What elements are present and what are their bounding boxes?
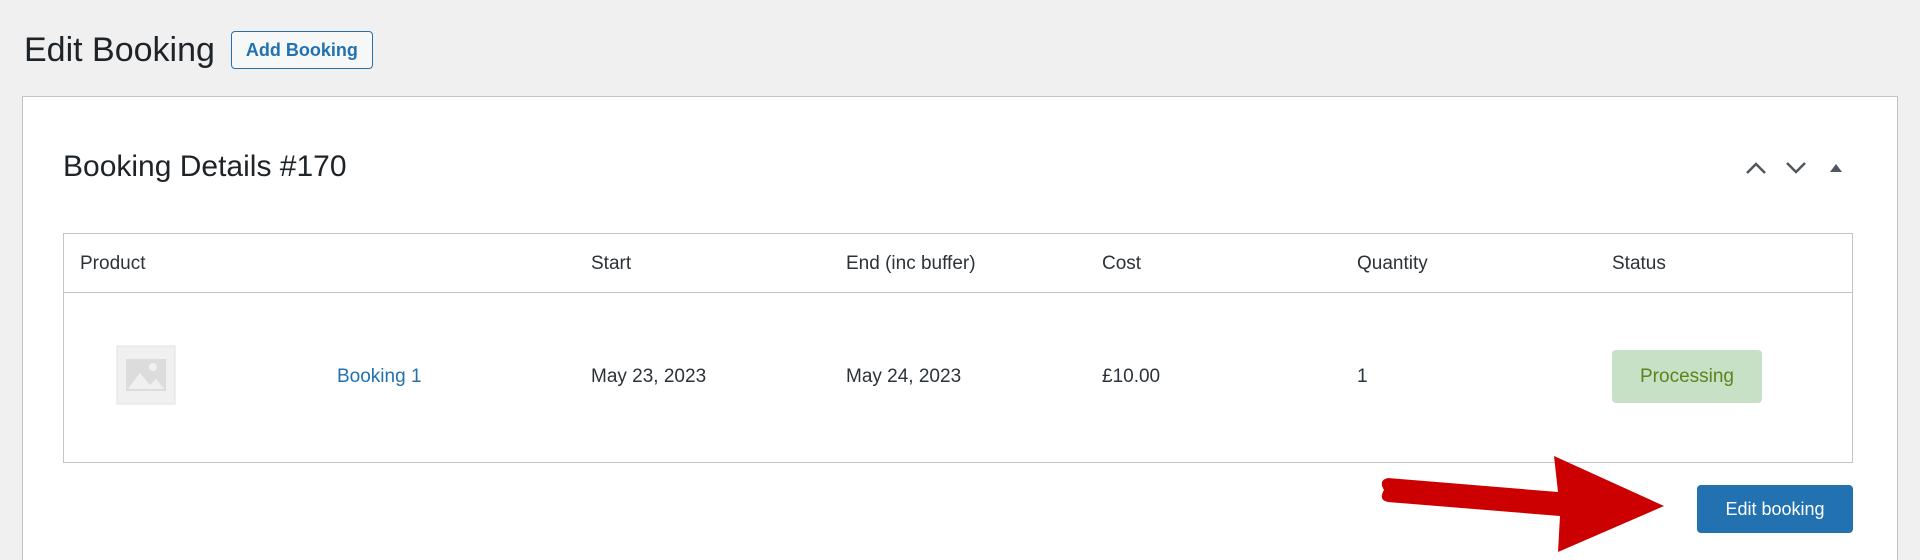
column-header-start: Start <box>591 253 632 274</box>
start-date: May 23, 2023 <box>591 366 707 387</box>
cost-value: £10.00 <box>1102 366 1161 387</box>
annotation-arrow-icon <box>1381 456 1664 552</box>
panel-title: Booking Details #170 <box>63 150 347 183</box>
column-header-end: End (inc buffer) <box>846 253 976 274</box>
quantity-value: 1 <box>1357 366 1368 387</box>
page: Edit Booking Add Booking Booking Details… <box>0 0 1920 560</box>
booking-table: Product Start End (inc buffer) Cost Quan… <box>63 233 1853 463</box>
column-header-status: Status <box>1612 253 1666 274</box>
column-header-quantity: Quantity <box>1357 253 1428 274</box>
panel-controls <box>1733 151 1853 185</box>
table-row: Booking 1 May 23, 2023 May 24, 2023 £10.… <box>64 293 1852 463</box>
column-header-product: Product <box>80 253 146 274</box>
chevron-up-icon[interactable] <box>1739 151 1773 185</box>
column-header-cost: Cost <box>1102 253 1142 274</box>
table-header-row: Product Start End (inc buffer) Cost Quan… <box>64 234 1852 293</box>
chevron-down-icon[interactable] <box>1779 151 1813 185</box>
toggle-arrow-icon[interactable] <box>1819 151 1853 185</box>
end-date: May 24, 2023 <box>846 366 962 387</box>
product-placeholder-image-icon <box>116 345 176 405</box>
status-badge: Processing <box>1612 350 1762 403</box>
edit-booking-button[interactable]: Edit booking <box>1697 485 1853 533</box>
add-booking-button[interactable]: Add Booking <box>230 31 373 69</box>
product-link[interactable]: Booking 1 <box>337 366 422 388</box>
page-title: Edit Booking <box>24 31 215 69</box>
page-header: Edit Booking Add Booking <box>24 28 373 72</box>
